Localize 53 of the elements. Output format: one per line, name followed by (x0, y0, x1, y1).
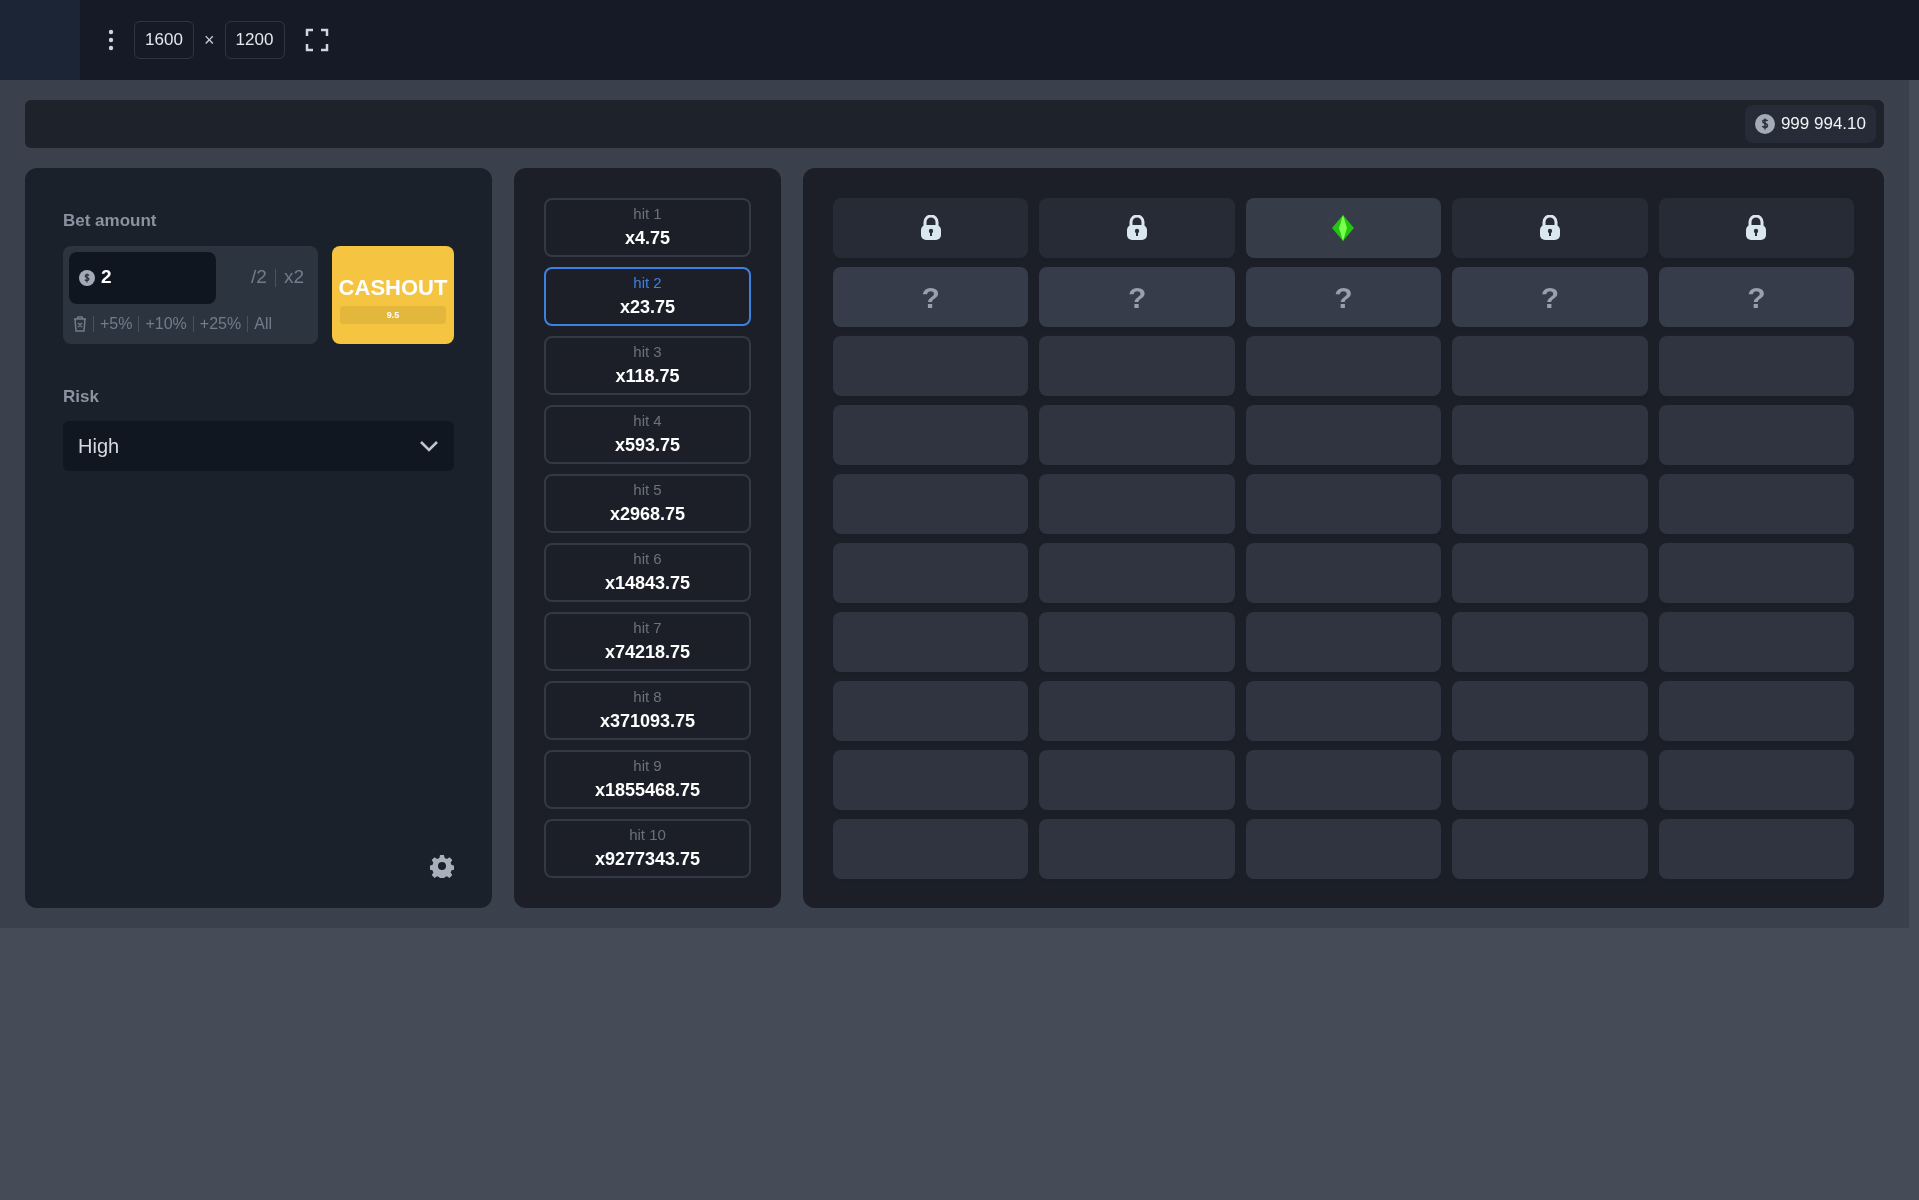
hit-card[interactable]: hit 4 x593.75 (544, 405, 751, 464)
hit-multiplier: x23.75 (619, 296, 676, 320)
hit-card[interactable]: hit 6 x14843.75 (544, 543, 751, 602)
hit-label: hit 3 (633, 341, 662, 362)
chevron-down-icon (419, 440, 439, 452)
cashout-label: CASHOUT (338, 274, 448, 302)
hit-card[interactable]: hit 7 x74218.75 (544, 612, 751, 671)
hit-card[interactable]: hit 1 x4.75 (544, 198, 751, 257)
hit-multiplier: x4.75 (624, 227, 670, 251)
settings-icon[interactable] (430, 854, 454, 878)
bet-amount-field[interactable]: 2 (69, 251, 216, 304)
hit-multiplier: x9277343.75 (594, 848, 701, 872)
hit-card[interactable]: hit 9 x1855468.75 (544, 750, 751, 809)
hit-multiplier: x14843.75 (604, 572, 691, 596)
balance-amount: 999 994.10 (1780, 113, 1866, 136)
padlock-icon (1538, 215, 1561, 241)
hit-multiplier: x74218.75 (604, 641, 691, 665)
risk-dropdown[interactable]: High (63, 421, 454, 471)
clear-trash-icon[interactable] (73, 315, 87, 332)
hit-label: hit 4 (633, 410, 662, 431)
dollar-coin-icon (1754, 114, 1775, 134)
hit-multiplier: x1855468.75 (594, 779, 701, 803)
dollar-coin-icon (79, 269, 95, 286)
diamond-icon (1331, 214, 1356, 242)
risk-label: Risk (63, 385, 100, 408)
hit-label: hit 8 (633, 686, 662, 707)
hit-label: hit 2 (633, 272, 662, 293)
padlock-icon (919, 215, 942, 241)
bet-value: 2 (101, 265, 112, 290)
hit-multiplier: x371093.75 (599, 710, 696, 734)
hit-multiplier: x593.75 (614, 434, 681, 458)
fullscreen-icon[interactable] (304, 28, 329, 52)
hit-card[interactable]: hit 5 x2968.75 (544, 474, 751, 533)
hit-multiplier: x118.75 (615, 365, 680, 389)
padlock-icon (1126, 215, 1149, 241)
hit-label: hit 5 (633, 479, 662, 500)
hit-card[interactable]: hit 2 x23.75 (544, 267, 751, 326)
hit-label: hit 1 (633, 203, 662, 224)
hit-label: hit 7 (633, 617, 662, 638)
hit-label: hit 9 (633, 755, 662, 776)
width-field[interactable]: 1600 (134, 21, 194, 59)
more-options-icon[interactable] (108, 29, 114, 51)
hit-label: hit 10 (629, 824, 666, 845)
cashout-amount: 9.5 (340, 306, 446, 324)
hit-card[interactable]: hit 10 x9277343.75 (544, 819, 751, 878)
hit-label: hit 6 (633, 548, 662, 569)
times-sign: × (204, 28, 215, 52)
hit-multiplier: x2968.75 (609, 503, 686, 527)
hit-card[interactable]: hit 8 x371093.75 (544, 681, 751, 740)
bet-amount-label: Bet amount (63, 210, 158, 232)
padlock-icon (1745, 215, 1768, 241)
hit-card[interactable]: hit 3 x118.75 (544, 336, 751, 395)
height-field[interactable]: 1200 (224, 21, 285, 59)
